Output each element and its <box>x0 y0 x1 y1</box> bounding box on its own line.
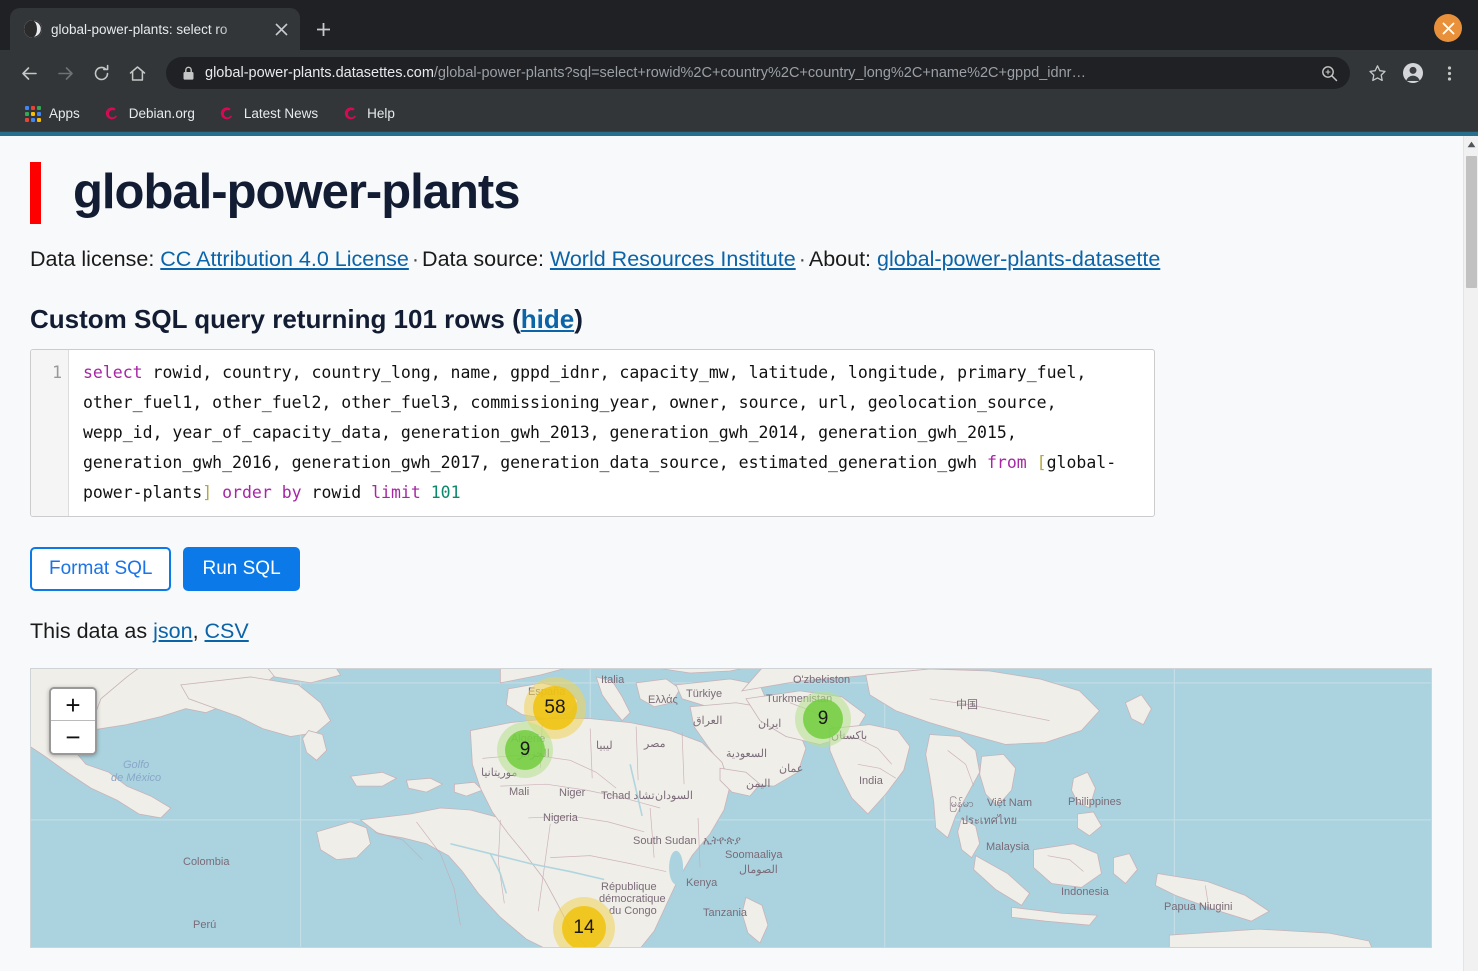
apps-grid-icon <box>24 105 41 122</box>
tab-title: global-power-plants: select ro <box>51 21 228 37</box>
home-button[interactable] <box>120 56 154 90</box>
bookmark-star-icon[interactable] <box>1360 56 1394 90</box>
map-basemap <box>31 669 1431 948</box>
export-json-link[interactable]: json <box>153 619 192 643</box>
lock-icon <box>182 66 195 81</box>
address-bar-host: global-power-plants.datasettes.com <box>205 65 434 81</box>
address-bar-url: global-power-plants.datasettes.com/globa… <box>205 65 1311 81</box>
query-heading: Custom SQL query returning 101 rows (hid… <box>30 304 1433 335</box>
sql-token: order by <box>222 483 302 503</box>
tab-strip: global-power-plants: select ro <box>0 0 1478 50</box>
bookmark-label: Apps <box>49 106 80 121</box>
map-zoom-control: + − <box>49 687 97 756</box>
forward-button[interactable] <box>48 56 82 90</box>
debian-swirl-icon <box>104 105 121 122</box>
bookmark-label: Debian.org <box>128 106 195 121</box>
profile-avatar-icon[interactable] <box>1396 56 1430 90</box>
map-cluster-marker[interactable]: 9 <box>795 691 851 748</box>
page-scrollbar[interactable] <box>1463 136 1478 971</box>
page-title: global-power-plants <box>30 162 520 225</box>
sql-editor-text[interactable]: select rowid, country, country_long, nam… <box>69 350 1154 516</box>
map-cluster-count: 9 <box>802 698 844 740</box>
map-cluster-count: 14 <box>561 905 607 948</box>
new-tab-button[interactable] <box>306 12 340 46</box>
bookmark-label: Latest News <box>243 106 319 121</box>
source-label: Data source: <box>422 247 544 272</box>
map-zoom-out-button[interactable]: − <box>51 721 95 754</box>
zoom-in-icon[interactable] <box>1321 65 1338 82</box>
reload-button[interactable] <box>84 56 118 90</box>
sql-editor[interactable]: 1 select rowid, country, country_long, n… <box>30 349 1155 518</box>
sql-token: rowid <box>301 483 372 503</box>
bookmark-latest-news[interactable]: Latest News <box>209 101 328 126</box>
tab-close-icon[interactable] <box>270 18 292 40</box>
query-heading-close: ) <box>574 304 583 335</box>
sql-token: select <box>83 363 143 383</box>
dataset-metadata: Data license: CC Attribution 4.0 License… <box>30 246 1433 274</box>
sql-action-buttons: Format SQL Run SQL <box>30 547 1433 592</box>
bookmark-label: Help <box>367 106 395 121</box>
source-link[interactable]: World Resources Institute <box>550 247 796 271</box>
back-button[interactable] <box>12 56 46 90</box>
export-csv-link[interactable]: CSV <box>205 619 249 643</box>
sql-token: 101 <box>430 483 461 503</box>
address-bar-path: /global-power-plants?sql=select+rowid%2C… <box>433 65 1086 81</box>
run-sql-button[interactable]: Run SQL <box>183 547 300 592</box>
bookmarks-bar: Apps Debian.org Latest News Help <box>0 96 1478 132</box>
debian-swirl-icon <box>342 105 359 122</box>
map-cluster-count: 9 <box>504 729 546 771</box>
bookmark-debian-org[interactable]: Debian.org <box>94 101 205 126</box>
address-bar[interactable]: global-power-plants.datasettes.com/globa… <box>166 57 1350 89</box>
format-sql-button[interactable]: Format SQL <box>30 547 172 592</box>
window-close-button[interactable] <box>1434 14 1462 42</box>
hide-query-link[interactable]: hide <box>521 304 574 334</box>
page-viewport: global-power-plants Data license: CC Att… <box>0 132 1478 971</box>
about-link[interactable]: global-power-plants-datasette <box>877 247 1160 271</box>
scrollbar-thumb[interactable] <box>1466 156 1477 288</box>
debian-swirl-icon <box>219 105 236 122</box>
map-zoom-in-button[interactable]: + <box>51 689 95 722</box>
meta-separator: · <box>798 247 806 272</box>
sql-line-numbers: 1 <box>31 350 69 517</box>
query-heading-text: Custom SQL query returning 101 rows ( <box>30 304 521 335</box>
export-comma: , <box>192 619 199 644</box>
sql-token: [ <box>1036 453 1047 473</box>
map-cluster-count: 58 <box>532 685 578 731</box>
three-dot-menu-icon[interactable] <box>1432 56 1466 90</box>
browser-window: global-power-plants: select ro global-po… <box>0 0 1478 971</box>
globe-icon <box>24 20 42 38</box>
datasette-page: global-power-plants Data license: CC Att… <box>0 136 1463 971</box>
sql-token: rowid, country, country_long, name, gppd… <box>83 363 1097 473</box>
scroll-up-arrow-icon[interactable] <box>1464 136 1478 152</box>
bookmark-apps[interactable]: Apps <box>14 101 90 126</box>
license-label: Data license: <box>30 247 155 272</box>
page-title-wrap: global-power-plants <box>30 162 1433 225</box>
browser-toolbar: global-power-plants.datasettes.com/globa… <box>0 50 1478 96</box>
results-map[interactable]: EspañaItaliaΕλλάςTürkiyeO'zbekistonTurkm… <box>30 668 1432 949</box>
meta-separator: · <box>411 247 420 272</box>
license-link[interactable]: CC Attribution 4.0 License <box>160 247 409 271</box>
about-label: About: <box>808 247 872 272</box>
bookmark-help[interactable]: Help <box>332 101 405 126</box>
export-links: This data as json, CSV <box>30 619 1433 644</box>
export-label: This data as <box>30 619 148 644</box>
browser-tab[interactable]: global-power-plants: select ro <box>10 8 300 50</box>
sql-token: limit <box>371 483 421 503</box>
sql-token: ] <box>202 483 213 503</box>
sql-token: from <box>986 453 1027 473</box>
map-cluster-marker[interactable]: 9 <box>497 722 553 779</box>
